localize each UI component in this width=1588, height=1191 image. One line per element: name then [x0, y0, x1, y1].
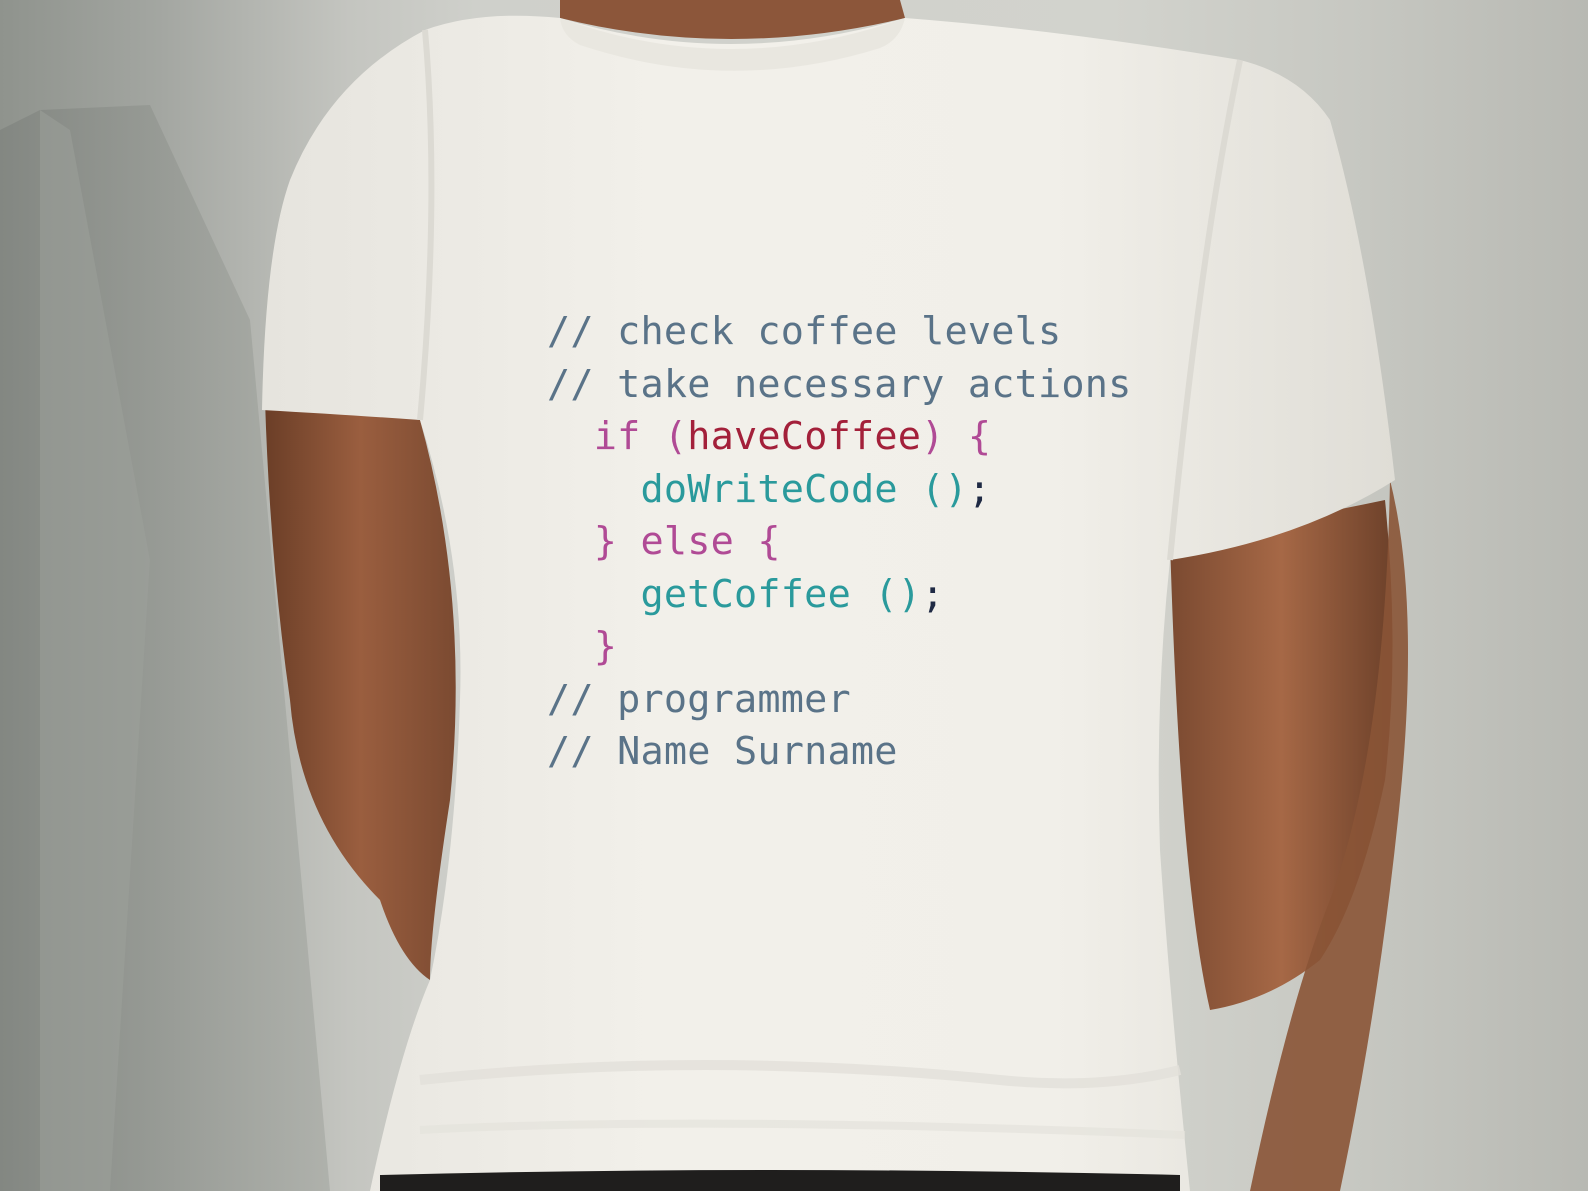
code-token-keyword: } else { — [593, 519, 781, 564]
code-line: } — [547, 621, 1131, 674]
code-token-comment: // take necessary actions — [547, 361, 1132, 407]
code-line: // programmer — [547, 674, 1131, 727]
code-line: } else { — [547, 516, 1131, 569]
code-line: // check coffee levels — [547, 306, 1131, 359]
code-token-comment: // Name Surname — [547, 729, 898, 774]
code-line: // take necessary actions — [547, 359, 1131, 412]
code-token-keyword: ) { — [921, 414, 992, 459]
belt — [380, 1170, 1180, 1191]
photo-scene: // check coffee levels // take necessary … — [0, 0, 1588, 1191]
code-line: if (haveCoffee) { — [547, 411, 1131, 464]
code-line: getCoffee (); — [547, 569, 1131, 622]
code-token-punctuation: ; — [967, 466, 992, 512]
shirt-code-print: // check coffee levels // take necessary … — [547, 306, 1131, 779]
code-token-punctuation: ; — [921, 571, 945, 617]
code-token-comment: // check coffee levels — [547, 309, 1062, 354]
code-token-variable: haveCoffee — [687, 414, 922, 459]
code-token-comment: // programmer — [547, 676, 851, 722]
code-line: // Name Surname — [547, 726, 1131, 779]
code-token-function: doWriteCode () — [640, 466, 968, 512]
code-token-keyword: } — [593, 624, 618, 669]
code-line: doWriteCode (); — [547, 464, 1131, 517]
code-token-function: getCoffee () — [640, 571, 922, 617]
code-token-keyword: if ( — [593, 414, 688, 459]
